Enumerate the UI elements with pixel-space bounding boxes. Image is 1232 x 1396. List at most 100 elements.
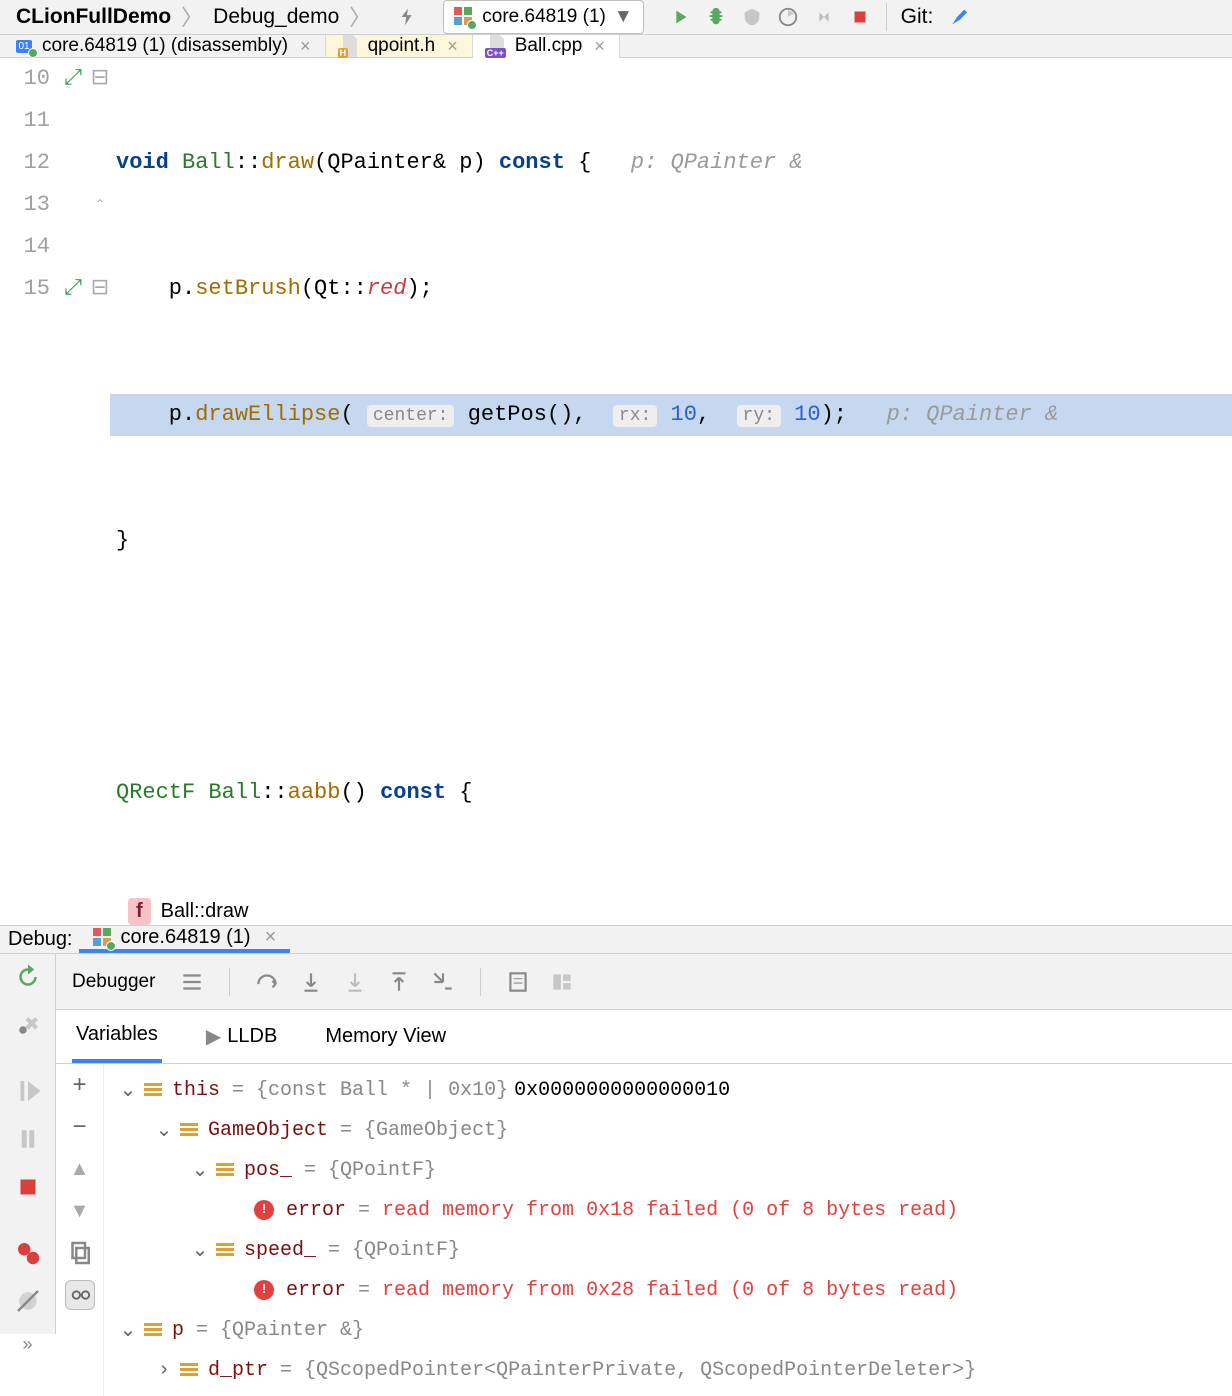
fold-end-icon[interactable]: ⌃	[95, 184, 105, 226]
config-squares-icon	[454, 7, 474, 27]
tab-qpoint[interactable]: H qpoint.h ×	[326, 35, 473, 57]
debug-toolwindow-header: Debug: core.64819 (1) ×	[0, 926, 1232, 954]
struct-icon	[216, 1243, 234, 1257]
coverage-icon[interactable]	[736, 1, 768, 33]
struct-icon	[144, 1323, 162, 1337]
collapse-icon[interactable]: ⌄	[190, 1237, 210, 1263]
collapse-icon[interactable]: ⌄	[190, 1157, 210, 1183]
var-error-pos[interactable]: ! error=read memory from 0x18 failed (0 …	[104, 1190, 1232, 1230]
debug-tab-label: core.64819 (1)	[121, 926, 251, 949]
struct-icon	[216, 1163, 234, 1177]
fold-column: ⊟ ⌃ ⊟	[90, 58, 110, 898]
header-file-icon: H	[340, 36, 360, 56]
member-breadcrumb[interactable]: f Ball::draw	[0, 898, 1232, 926]
up-icon[interactable]: ▲	[65, 1154, 95, 1184]
struct-icon	[180, 1363, 198, 1377]
layout-icon[interactable]	[549, 969, 575, 995]
var-dptr[interactable]: › d_ptr={QScopedPointer<QPainterPrivate,…	[104, 1350, 1232, 1390]
mute-breakpoints-icon[interactable]	[13, 1286, 43, 1316]
collapse-icon[interactable]: ⌄	[118, 1317, 138, 1343]
var-gameobject[interactable]: ⌄ GameObject={GameObject}	[104, 1110, 1232, 1150]
breakpoints-icon[interactable]	[13, 1238, 43, 1268]
variables-tree[interactable]: ⌄ this={const Ball * | 0x10} 0x000000000…	[104, 1064, 1232, 1396]
subtab-lldb[interactable]: ▶LLDB	[202, 1010, 281, 1063]
tab-disassembly[interactable]: 01 core.64819 (1) (disassembly) ×	[0, 35, 326, 57]
debugger-toolbar: Debugger	[56, 954, 1232, 1010]
step-out-icon[interactable]	[386, 969, 412, 995]
step-into-icon[interactable]	[298, 969, 324, 995]
top-toolbar: CLionFullDemo 〉 Debug_demo 〉 core.64819 …	[0, 0, 1232, 35]
debugger-label: Debugger	[72, 971, 155, 993]
override-icon[interactable]: ⤢	[64, 58, 82, 100]
remove-watch-icon[interactable]: −	[65, 1112, 95, 1142]
error-icon: !	[254, 1280, 274, 1300]
add-watch-icon[interactable]: +	[65, 1070, 95, 1100]
struct-icon	[144, 1083, 162, 1097]
more-icon[interactable]: »	[13, 1334, 43, 1355]
run-config-selector[interactable]: core.64819 (1) ▼	[443, 0, 643, 34]
tab-label: qpoint.h	[368, 35, 436, 57]
error-icon: !	[254, 1200, 274, 1220]
force-step-into-icon[interactable]	[342, 969, 368, 995]
chevron-right-icon: 〉	[349, 0, 371, 32]
variables-toolbar: + − ▲ ▼	[56, 1064, 104, 1396]
editor-tabs: 01 core.64819 (1) (disassembly) × H qpoi…	[0, 35, 1232, 58]
run-icon[interactable]	[664, 1, 696, 33]
debug-body: + − ▲ ▼ ⌄ this={const Ball * | 0x10} 0x0…	[56, 1064, 1232, 1396]
collapse-icon[interactable]: ⌄	[118, 1077, 138, 1103]
var-pos[interactable]: ⌄ pos_={QPointF}	[104, 1150, 1232, 1190]
fold-icon[interactable]: ⊟	[91, 268, 109, 310]
subtab-memory[interactable]: Memory View	[321, 1010, 450, 1063]
evaluate-icon[interactable]	[505, 969, 531, 995]
resume-icon[interactable]	[13, 1076, 43, 1106]
close-icon[interactable]: ×	[265, 926, 277, 949]
copy-icon[interactable]	[65, 1238, 95, 1268]
attach-icon[interactable]	[808, 1, 840, 33]
collapse-icon[interactable]: ⌄	[154, 1117, 174, 1143]
var-speed[interactable]: ⌄ speed_={QPointF}	[104, 1230, 1232, 1270]
code-area[interactable]: void Ball::draw(QPainter& p) const { p: …	[110, 58, 1232, 898]
pause-icon[interactable]	[13, 1124, 43, 1154]
close-icon[interactable]: ×	[447, 36, 458, 57]
debug-session-tab[interactable]: core.64819 (1) ×	[79, 926, 291, 953]
git-label: Git:	[897, 5, 938, 29]
breadcrumb-item[interactable]: Debug_demo	[203, 1, 349, 33]
git-update-icon[interactable]	[941, 1, 973, 33]
binary-file-icon: 01	[14, 36, 34, 56]
member-name: Ball::draw	[161, 900, 249, 923]
show-watches-icon[interactable]	[65, 1280, 95, 1310]
fold-icon[interactable]: ⊟	[91, 58, 109, 100]
chevron-right-icon: 〉	[181, 0, 203, 32]
debugger-subtabs: Variables ▶LLDB Memory View	[56, 1010, 1232, 1064]
close-icon[interactable]: ×	[594, 36, 605, 57]
close-icon[interactable]: ×	[300, 36, 311, 57]
debug-icon[interactable]	[700, 1, 732, 33]
debug-label: Debug:	[8, 928, 73, 951]
cpp-file-icon: C++	[487, 36, 507, 56]
expand-icon[interactable]: ›	[154, 1359, 174, 1382]
profile-icon[interactable]	[772, 1, 804, 33]
config-squares-icon	[93, 928, 113, 948]
function-badge-icon: f	[128, 898, 151, 925]
rerun-icon[interactable]	[13, 962, 43, 992]
down-icon[interactable]: ▼	[65, 1196, 95, 1226]
settings-icon[interactable]	[13, 1010, 43, 1040]
subtab-variables[interactable]: Variables	[72, 1010, 162, 1063]
var-p[interactable]: ⌄ p={QPainter &}	[104, 1310, 1232, 1350]
var-this[interactable]: ⌄ this={const Ball * | 0x10} 0x000000000…	[104, 1070, 1232, 1110]
step-over-icon[interactable]	[254, 969, 280, 995]
var-error-speed[interactable]: ! error=read memory from 0x28 failed (0 …	[104, 1270, 1232, 1310]
code-editor[interactable]: 10 11 12 13 14 15 ⤢ ⤢ ⊟ ⌃ ⊟ void Ball::d…	[0, 58, 1232, 898]
run-to-cursor-icon[interactable]	[430, 969, 456, 995]
tab-label: Ball.cpp	[515, 35, 583, 57]
breadcrumb-root[interactable]: CLionFullDemo	[6, 1, 181, 33]
stop-icon[interactable]	[13, 1172, 43, 1202]
override-icon[interactable]: ⤢	[64, 268, 82, 310]
build-icon[interactable]	[391, 1, 423, 33]
line-gutter: 10 11 12 13 14 15	[0, 58, 56, 898]
tab-ball-cpp[interactable]: C++ Ball.cpp ×	[473, 35, 620, 58]
dropdown-icon: ▼	[614, 6, 633, 28]
stop-icon[interactable]	[844, 1, 876, 33]
threads-icon[interactable]	[179, 969, 205, 995]
debug-left-strip: »	[0, 954, 56, 1334]
